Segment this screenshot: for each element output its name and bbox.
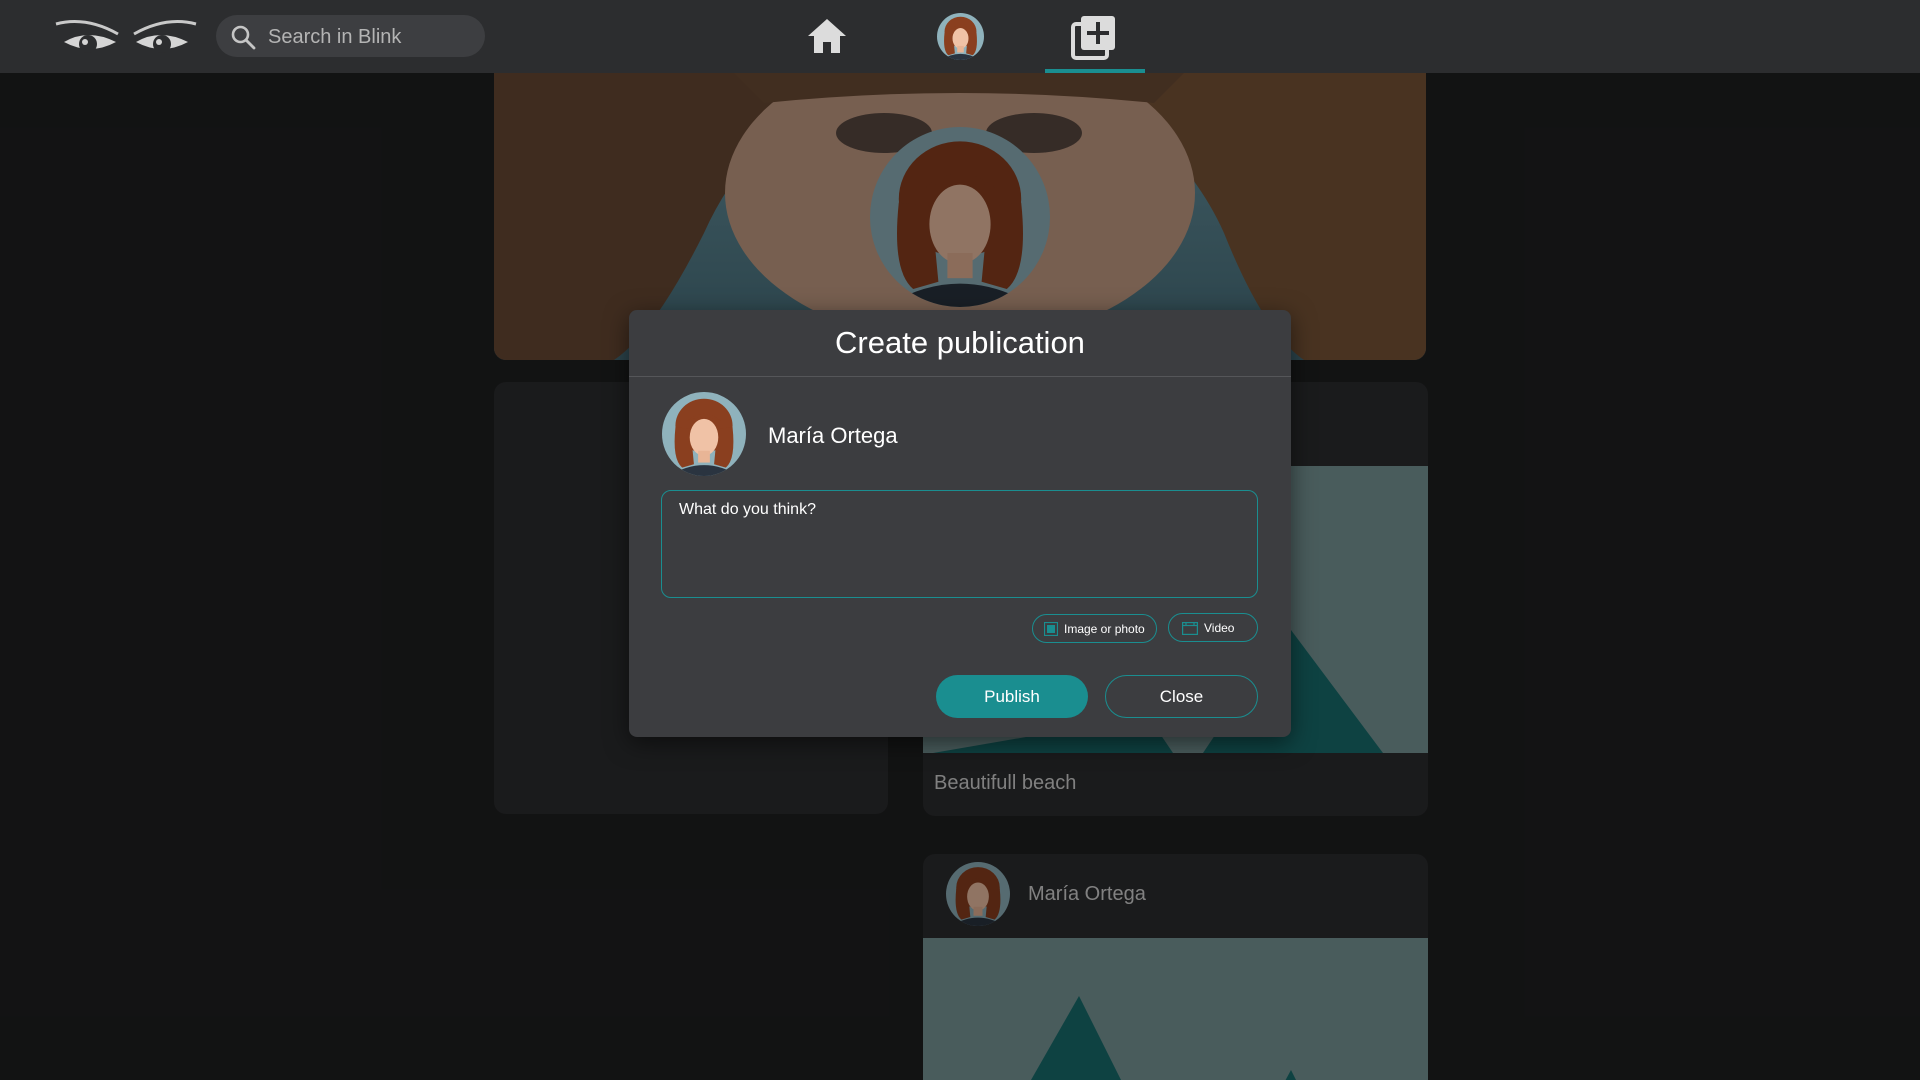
- nav-profile[interactable]: [932, 0, 988, 73]
- avatar: [937, 13, 984, 60]
- nav-home[interactable]: [800, 0, 854, 73]
- close-button[interactable]: Close: [1105, 675, 1258, 718]
- top-bar: Search in Blink: [0, 0, 1920, 73]
- search-icon: [231, 25, 256, 50]
- dialog-title: Create publication: [629, 310, 1291, 377]
- nav-create[interactable]: [1045, 0, 1145, 73]
- publication-text-input[interactable]: [661, 490, 1258, 598]
- image-icon: [1044, 621, 1058, 636]
- search-input[interactable]: Search in Blink: [268, 26, 401, 49]
- eyes-logo-icon[interactable]: [52, 12, 200, 60]
- create-publication-dialog: Create publication María Ortega Image or…: [629, 310, 1291, 737]
- add-image-button[interactable]: Image or photo: [1032, 614, 1157, 643]
- home-icon: [808, 19, 846, 53]
- search-bar[interactable]: Search in Blink: [216, 15, 485, 57]
- add-video-label: Video: [1204, 620, 1235, 635]
- avatar: [662, 392, 746, 476]
- add-image-label: Image or photo: [1064, 621, 1145, 636]
- add-video-button[interactable]: Video: [1168, 613, 1258, 642]
- add-box-icon: [1071, 16, 1115, 60]
- author-name: María Ortega: [768, 423, 898, 448]
- publish-button[interactable]: Publish: [936, 675, 1088, 718]
- active-tab-indicator: [1045, 69, 1145, 73]
- video-icon: [1182, 621, 1198, 635]
